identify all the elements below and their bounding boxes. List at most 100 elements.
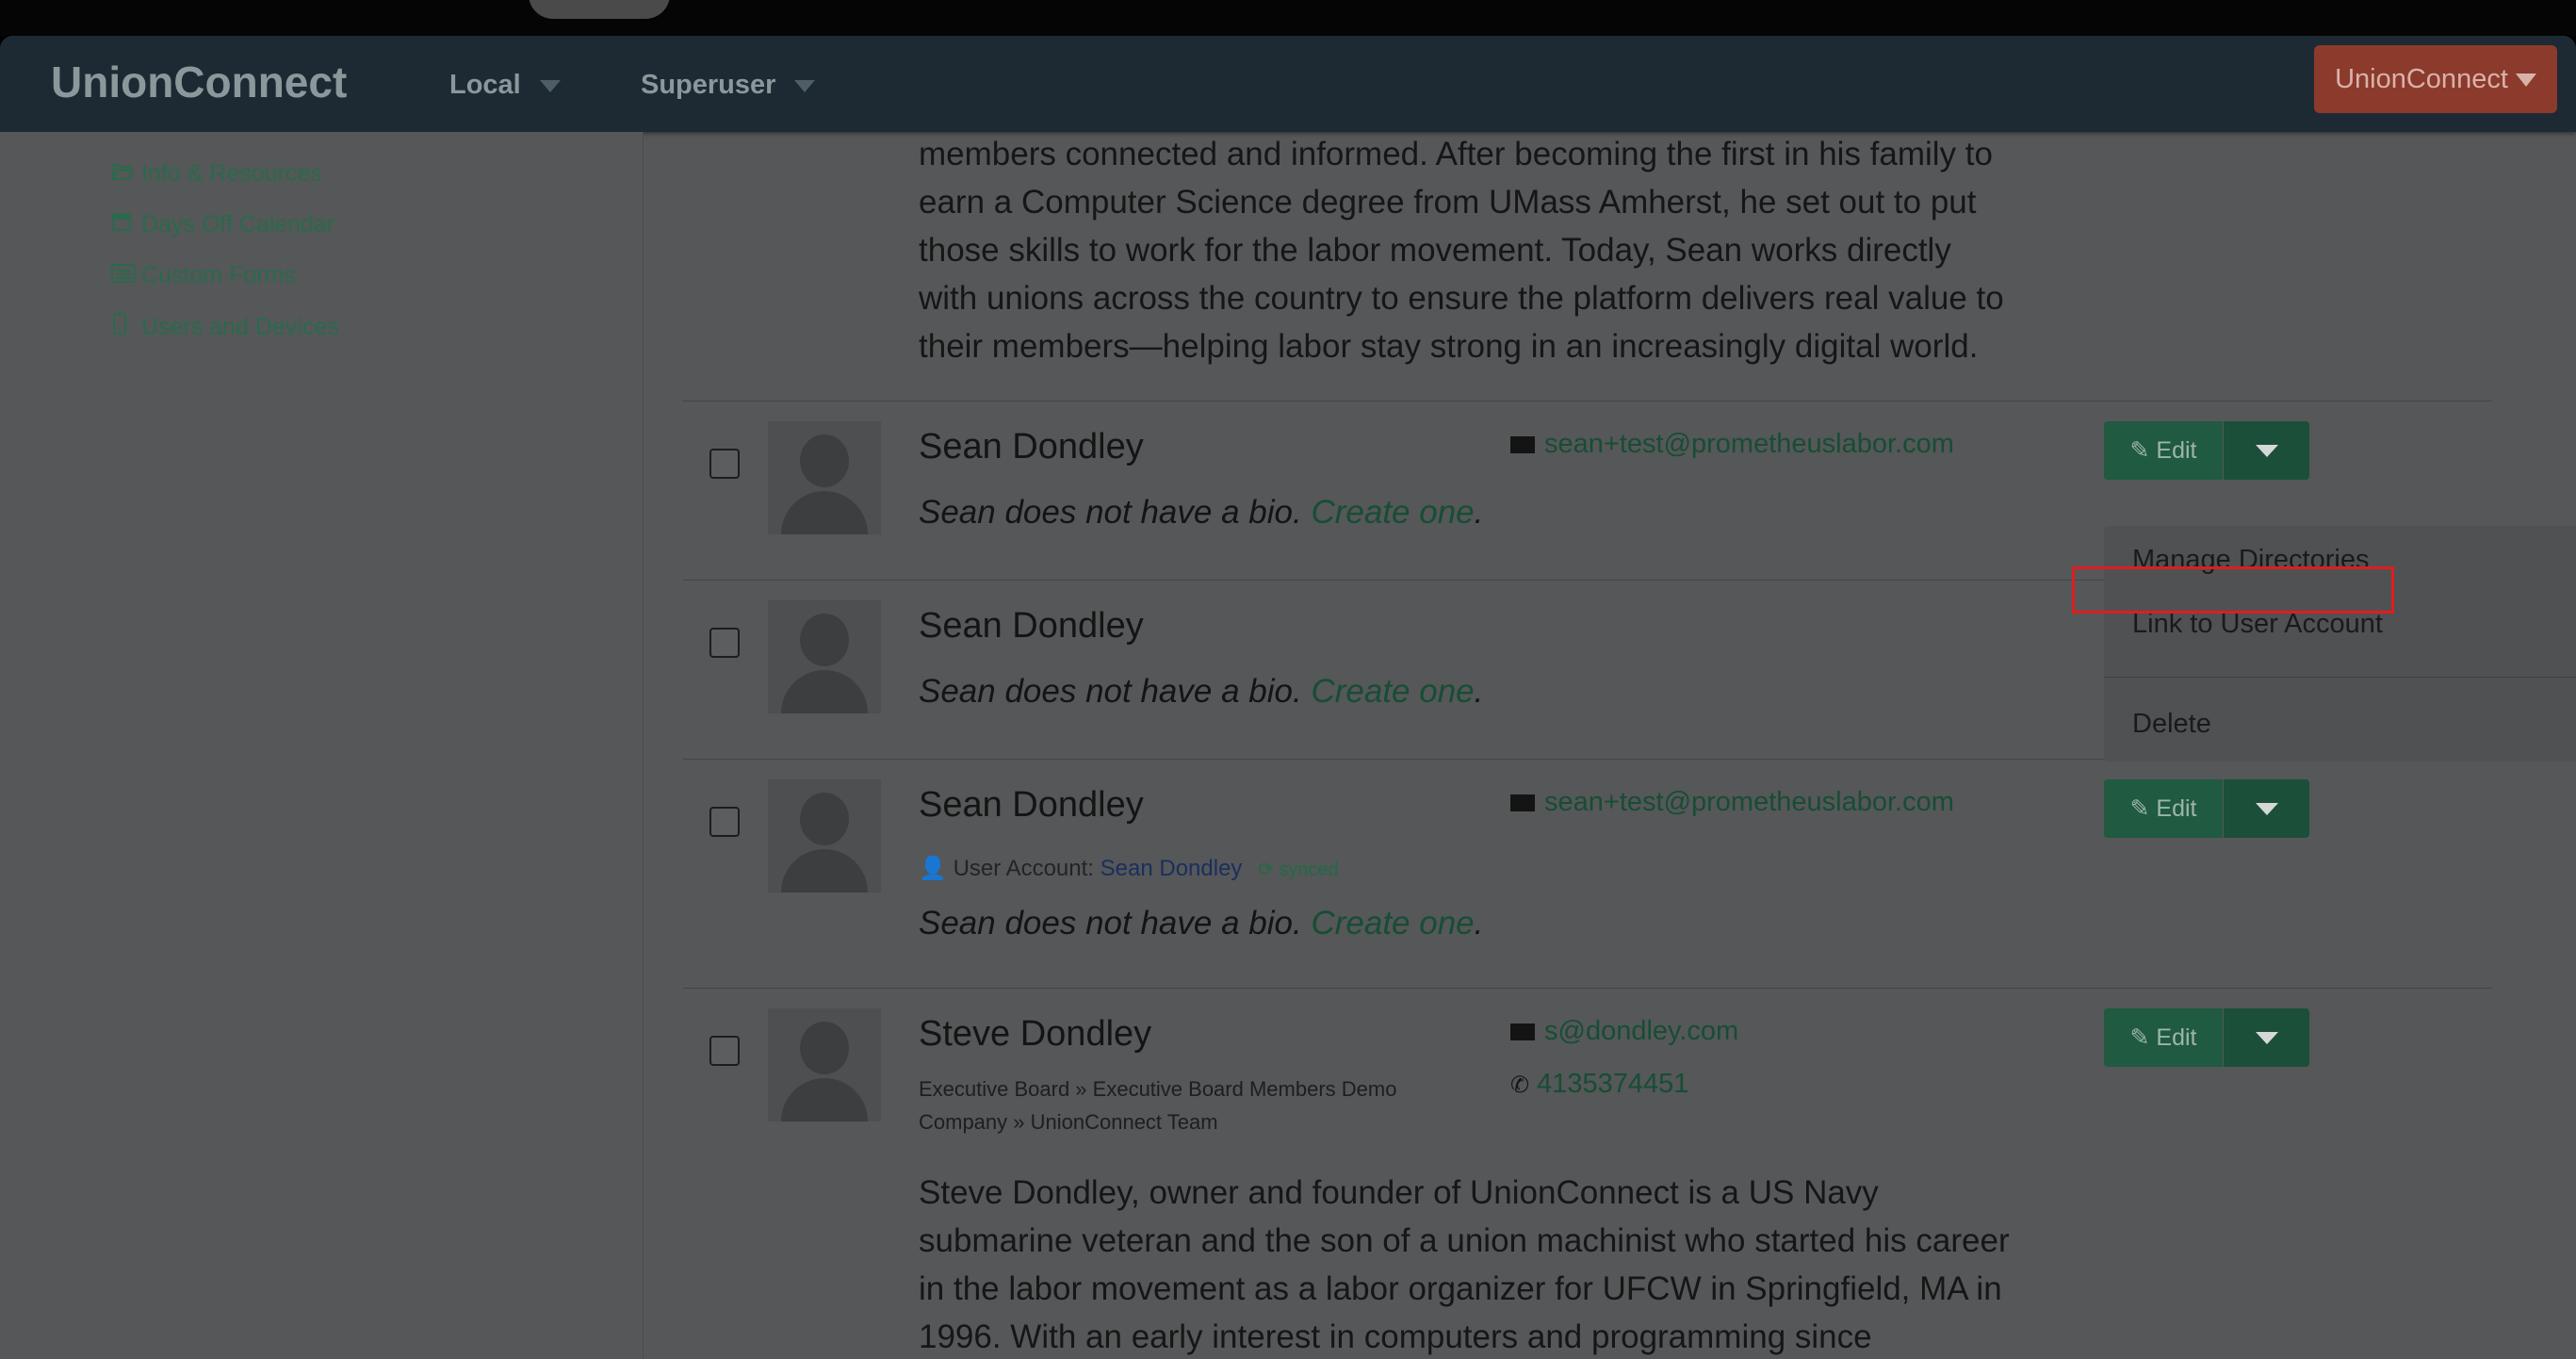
nav-local-menu[interactable]: Local — [449, 70, 561, 101]
edit-dropdown-toggle[interactable] — [2224, 421, 2309, 480]
folder-open-icon — [111, 160, 141, 188]
sidebar-item-users-devices[interactable]: Users and Devices — [111, 313, 339, 342]
table-row: Sean Dondley sean+test@prometheuslabor.c… — [644, 759, 2576, 988]
chevron-down-icon — [2515, 74, 2536, 88]
edit-button-group: ✎ Edit — [2104, 779, 2309, 838]
edit-dropdown-toggle[interactable] — [2224, 779, 2309, 838]
org-switch-label: UnionConnect — [2335, 64, 2508, 94]
no-bio-label: Sean does not have a bio. — [919, 494, 1302, 531]
no-bio-text: Sean does not have a bio. Create one. — [919, 494, 1483, 532]
edit-icon: ✎ — [2129, 1024, 2150, 1051]
avatar — [768, 1008, 881, 1122]
envelope-icon — [1510, 794, 1535, 812]
phone-icon: ✆ — [1510, 1072, 1530, 1098]
system-top-bar — [0, 0, 2576, 36]
sidebar-item-info-resources[interactable]: Info & Resources — [111, 160, 322, 188]
camera-notch — [529, 0, 670, 19]
edit-button-group: ✎ Edit — [2104, 421, 2309, 480]
list-alt-icon — [111, 262, 141, 289]
bio-line: with unions across the country to ensure… — [919, 280, 2004, 317]
refresh-icon: ⟳ — [1258, 860, 1274, 880]
chevron-down-icon — [539, 79, 561, 92]
brand-logo[interactable]: UnionConnect — [51, 57, 347, 107]
main-content: members connected and informed. After be… — [644, 132, 2576, 1359]
member-email-text: sean+test@prometheuslabor.com — [1544, 429, 1954, 459]
period: . — [1474, 494, 1484, 531]
edit-dropdown-toggle[interactable] — [2224, 1008, 2309, 1067]
edit-button[interactable]: ✎ Edit — [2104, 421, 2223, 480]
member-name[interactable]: Sean Dondley — [919, 606, 1144, 647]
edit-label: Edit — [2156, 1024, 2197, 1051]
edit-icon: ✎ — [2129, 795, 2150, 822]
member-email-text: sean+test@prometheuslabor.com — [1544, 787, 1954, 817]
menu-item-delete[interactable]: Delete — [2132, 709, 2211, 740]
row-select-checkbox[interactable] — [709, 1036, 740, 1066]
row-select-checkbox[interactable] — [709, 449, 740, 479]
edit-button[interactable]: ✎ Edit — [2104, 1008, 2223, 1067]
member-phone[interactable]: ✆ 4135374451 — [1510, 1069, 1688, 1100]
user-account-line: 👤 User Account: Sean Dondley ⟳ synced — [919, 855, 1339, 882]
member-name[interactable]: Sean Dondley — [919, 427, 1144, 467]
no-bio-label: Sean does not have a bio. — [919, 673, 1302, 710]
member-email-text: s@dondley.com — [1544, 1016, 1739, 1046]
chevron-down-icon — [2256, 445, 2278, 457]
calendar-icon — [111, 211, 141, 238]
row-actions-dropdown: Manage Directories Link to User Account … — [2104, 526, 2576, 761]
menu-divider — [2104, 677, 2576, 678]
edit-button[interactable]: ✎ Edit — [2104, 779, 2223, 838]
edit-icon: ✎ — [2129, 437, 2150, 464]
nav-superuser-menu[interactable]: Superuser — [641, 70, 816, 101]
sidebar: Info & Resources Days Off Calendar Custo… — [0, 132, 644, 1359]
sidebar-item-custom-forms[interactable]: Custom Forms — [111, 262, 296, 289]
nav-local-label: Local — [449, 70, 521, 100]
tablet-icon — [111, 313, 141, 342]
avatar — [768, 421, 881, 534]
member-name[interactable]: Sean Dondley — [919, 785, 1144, 826]
bio-line: earn a Computer Science degree from UMas… — [919, 184, 1977, 221]
member-email[interactable]: s@dondley.com — [1510, 1016, 1738, 1047]
sidebar-item-label: Users and Devices — [141, 314, 339, 340]
avatar — [768, 600, 881, 713]
no-bio-text: Sean does not have a bio. Create one. — [919, 905, 1483, 942]
user-account-label: User Account: — [953, 856, 1094, 881]
edit-label: Edit — [2156, 437, 2197, 464]
period: . — [1474, 673, 1484, 710]
org-switch-button[interactable]: UnionConnect — [2314, 45, 2557, 113]
table-row: Steve Dondley s@dondley.com ✆ 4135374451 … — [644, 988, 2576, 1359]
create-bio-link[interactable]: Create one — [1311, 494, 1474, 531]
bio-line: members connected and informed. After be… — [919, 136, 1993, 172]
user-account-link[interactable]: Sean Dondley — [1101, 856, 1243, 881]
member-name[interactable]: Steve Dondley — [919, 1014, 1151, 1055]
synced-label: synced — [1279, 860, 1339, 880]
member-email[interactable]: sean+test@prometheuslabor.com — [1510, 429, 1954, 460]
envelope-icon — [1510, 436, 1535, 454]
bio-line: those skills to work for the labor movem… — [919, 232, 1951, 269]
synced-badge: ⟳ synced — [1258, 860, 1339, 880]
row-select-checkbox[interactable] — [709, 628, 740, 658]
member-bio: Steve Dondley, owner and founder of Unio… — [919, 1169, 2068, 1359]
edit-button-group: ✎ Edit — [2104, 1008, 2309, 1067]
sidebar-item-label: Custom Forms — [141, 262, 296, 288]
avatar — [768, 779, 881, 892]
highlight-box — [2072, 566, 2394, 614]
no-bio-label: Sean does not have a bio. — [919, 905, 1302, 941]
create-bio-link[interactable]: Create one — [1311, 673, 1474, 710]
period: . — [1474, 905, 1484, 941]
sidebar-item-label: Info & Resources — [141, 160, 322, 187]
browser-window: UnionConnect Local Superuser UnionConnec… — [0, 36, 2576, 1359]
member-email[interactable]: sean+test@prometheuslabor.com — [1510, 787, 1954, 818]
bio-line: Steve Dondley, owner and founder of Unio… — [919, 1174, 1879, 1211]
bio-line: their members—helping labor stay strong … — [919, 328, 1979, 365]
member-directories: Executive Board » Executive Board Member… — [919, 1077, 1397, 1134]
envelope-icon — [1510, 1023, 1535, 1041]
member-phone-text: 4135374451 — [1537, 1069, 1689, 1099]
no-bio-text: Sean does not have a bio. Create one. — [919, 673, 1483, 711]
sidebar-item-days-off-calendar[interactable]: Days Off Calendar — [111, 211, 334, 238]
row-select-checkbox[interactable] — [709, 807, 740, 837]
chevron-down-icon — [2256, 803, 2278, 815]
chevron-down-icon — [2256, 1032, 2278, 1044]
create-bio-link[interactable]: Create one — [1311, 905, 1474, 941]
top-navbar: UnionConnect Local Superuser UnionConnec… — [0, 36, 2576, 132]
bio-line: in the labor movement as a labor organiz… — [919, 1270, 2002, 1307]
bio-line: submarine veteran and the son of a union… — [919, 1222, 2010, 1259]
